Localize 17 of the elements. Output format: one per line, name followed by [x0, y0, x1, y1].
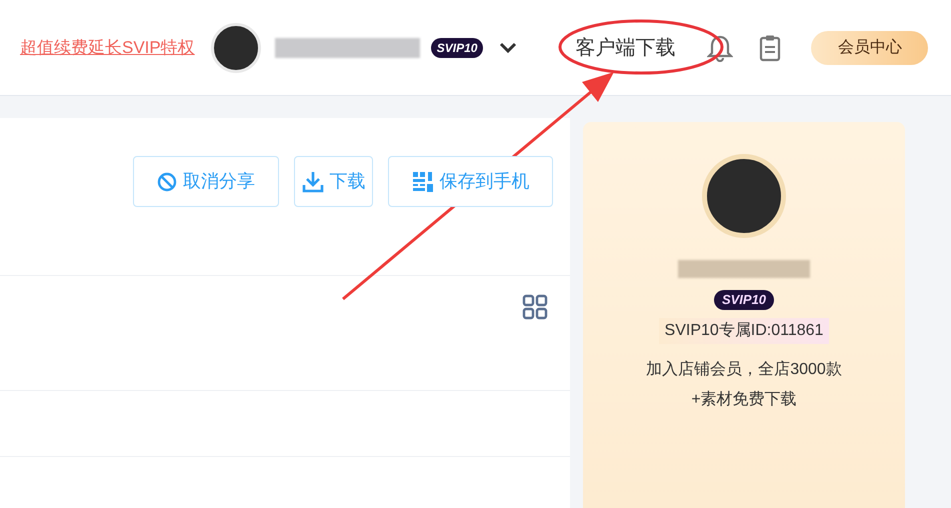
- download-icon: [302, 170, 324, 192]
- svip-badge: SVIP10: [714, 290, 774, 310]
- grid-view-icon[interactable]: [522, 294, 548, 320]
- download-button[interactable]: 下载: [294, 156, 373, 207]
- save-phone-button[interactable]: 保存到手机: [388, 156, 553, 207]
- chevron-down-icon[interactable]: [499, 42, 518, 54]
- offer-text: +素材免费下载: [691, 390, 797, 410]
- member-id: SVIP10专属ID:011861: [658, 318, 830, 344]
- svip-badge: SVIP10: [430, 38, 484, 58]
- member-center-button[interactable]: 会员中心: [811, 30, 928, 64]
- cancel-share-button[interactable]: 取消分享: [133, 156, 279, 207]
- offer-text: 加入店铺会员，全店3000款: [646, 360, 842, 380]
- clipboard-icon[interactable]: [759, 34, 782, 62]
- ban-icon: [157, 172, 177, 192]
- bell-icon[interactable]: [707, 34, 734, 62]
- promo-link[interactable]: 超值续费延长SVIP特权: [20, 34, 195, 60]
- qr-code-icon: [412, 170, 434, 192]
